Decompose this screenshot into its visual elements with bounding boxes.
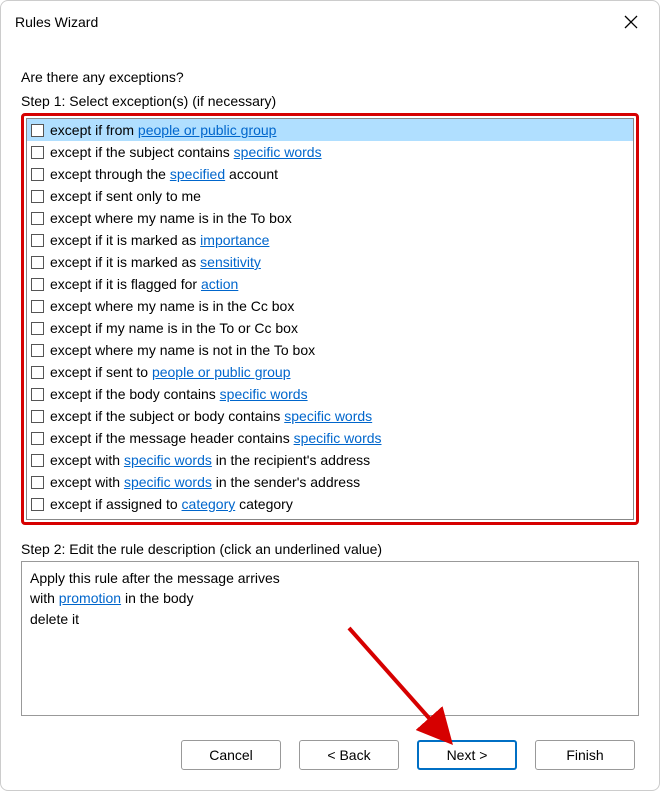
exception-link[interactable]: category	[182, 496, 236, 512]
cancel-button[interactable]: Cancel	[181, 740, 281, 770]
exception-label: except if it is flagged for action	[50, 276, 238, 292]
exception-row[interactable]: except with specific words in the recipi…	[27, 449, 633, 471]
exception-checkbox[interactable]	[31, 234, 44, 247]
exception-label: except with specific words in the recipi…	[50, 452, 370, 468]
exception-row[interactable]: except if the body contains specific wor…	[27, 383, 633, 405]
exception-link[interactable]: specific words	[124, 452, 212, 468]
exception-checkbox[interactable]	[31, 146, 44, 159]
exception-label: except if the body contains specific wor…	[50, 386, 308, 402]
exception-checkbox[interactable]	[31, 124, 44, 137]
exception-checkbox[interactable]	[31, 322, 44, 335]
exception-link[interactable]: specific words	[220, 386, 308, 402]
exception-row[interactable]: except with specific words in the sender…	[27, 471, 633, 493]
rule-description-box[interactable]: Apply this rule after the message arrive…	[21, 561, 639, 716]
exception-link[interactable]: sensitivity	[200, 254, 261, 270]
exception-row[interactable]: except if it is marked as sensitivity	[27, 251, 633, 273]
exception-link[interactable]: action	[201, 276, 238, 292]
exception-link[interactable]: importance	[200, 232, 269, 248]
exception-checkbox[interactable]	[31, 212, 44, 225]
exception-checkbox[interactable]	[31, 344, 44, 357]
exception-row[interactable]: except if sent to people or public group	[27, 361, 633, 383]
exception-label: except with specific words in the sender…	[50, 474, 360, 490]
exception-row[interactable]: except where my name is in the To box	[27, 207, 633, 229]
exception-checkbox[interactable]	[31, 256, 44, 269]
exception-label: except if sent only to me	[50, 188, 201, 204]
next-button[interactable]: Next >	[417, 740, 517, 770]
exception-label: except where my name is not in the To bo…	[50, 342, 315, 358]
exception-checkbox[interactable]	[31, 388, 44, 401]
exception-row[interactable]: except through the specified account	[27, 163, 633, 185]
finish-button[interactable]: Finish	[535, 740, 635, 770]
back-button[interactable]: < Back	[299, 740, 399, 770]
exception-row[interactable]: except if my name is in the To or Cc box	[27, 317, 633, 339]
exception-label: except through the specified account	[50, 166, 278, 182]
button-row: Cancel < Back Next > Finish	[1, 726, 659, 790]
exception-row[interactable]: except if the subject contains specific …	[27, 141, 633, 163]
description-line3: delete it	[30, 609, 630, 629]
exception-row[interactable]: except if it is marked as importance	[27, 229, 633, 251]
exception-checkbox[interactable]	[31, 168, 44, 181]
exception-label: except if assigned to category category	[50, 496, 293, 512]
close-icon	[624, 15, 638, 29]
exception-link[interactable]: people or public group	[152, 364, 291, 380]
exception-checkbox[interactable]	[31, 498, 44, 511]
exceptions-question: Are there any exceptions?	[21, 69, 639, 85]
exception-row[interactable]: except if from people or public group	[27, 119, 633, 141]
exception-link[interactable]: specific words	[294, 430, 382, 446]
exception-label: except if the message header contains sp…	[50, 430, 382, 446]
exception-link[interactable]: people or public group	[138, 122, 277, 138]
close-button[interactable]	[617, 8, 645, 36]
exception-checkbox[interactable]	[31, 300, 44, 313]
dialog-content: Are there any exceptions? Step 1: Select…	[1, 43, 659, 726]
step1-label: Step 1: Select exception(s) (if necessar…	[21, 93, 639, 109]
exception-label: except if my name is in the To or Cc box	[50, 320, 298, 336]
exception-label: except if the subject contains specific …	[50, 144, 322, 160]
promotion-link[interactable]: promotion	[59, 590, 121, 606]
exception-label: except if from people or public group	[50, 122, 276, 138]
exceptions-list[interactable]: except if from people or public group exc…	[26, 118, 634, 520]
exception-link[interactable]: specific words	[124, 474, 212, 490]
exception-checkbox[interactable]	[31, 366, 44, 379]
exception-checkbox[interactable]	[31, 432, 44, 445]
exception-checkbox[interactable]	[31, 278, 44, 291]
exception-row[interactable]: except if the subject or body contains s…	[27, 405, 633, 427]
exception-row[interactable]: except where my name is not in the To bo…	[27, 339, 633, 361]
exception-checkbox[interactable]	[31, 454, 44, 467]
exception-link[interactable]: specific words	[234, 144, 322, 160]
exception-checkbox[interactable]	[31, 190, 44, 203]
exception-row[interactable]: except if assigned to category category	[27, 493, 633, 515]
dialog-title: Rules Wizard	[15, 14, 98, 30]
exception-row[interactable]: except if sent only to me	[27, 185, 633, 207]
exception-checkbox[interactable]	[31, 476, 44, 489]
exception-checkbox[interactable]	[31, 410, 44, 423]
exception-link[interactable]: specified	[170, 166, 225, 182]
exceptions-highlight-box: except if from people or public group exc…	[21, 113, 639, 525]
step2-label: Step 2: Edit the rule description (click…	[21, 541, 639, 557]
exception-label: except if it is marked as sensitivity	[50, 254, 261, 270]
description-line2: with promotion in the body	[30, 588, 630, 608]
exception-label: except where my name is in the To box	[50, 210, 292, 226]
exception-row[interactable]: except if it is flagged for action	[27, 273, 633, 295]
exception-row[interactable]: except if the message header contains sp…	[27, 427, 633, 449]
titlebar: Rules Wizard	[1, 1, 659, 43]
description-line1: Apply this rule after the message arrive…	[30, 568, 630, 588]
exception-label: except if sent to people or public group	[50, 364, 291, 380]
exception-link[interactable]: specific words	[284, 408, 372, 424]
rules-wizard-dialog: Rules Wizard Are there any exceptions? S…	[0, 0, 660, 791]
exception-label: except where my name is in the Cc box	[50, 298, 294, 314]
exception-label: except if it is marked as importance	[50, 232, 269, 248]
exception-row[interactable]: except where my name is in the Cc box	[27, 295, 633, 317]
exception-label: except if the subject or body contains s…	[50, 408, 372, 424]
